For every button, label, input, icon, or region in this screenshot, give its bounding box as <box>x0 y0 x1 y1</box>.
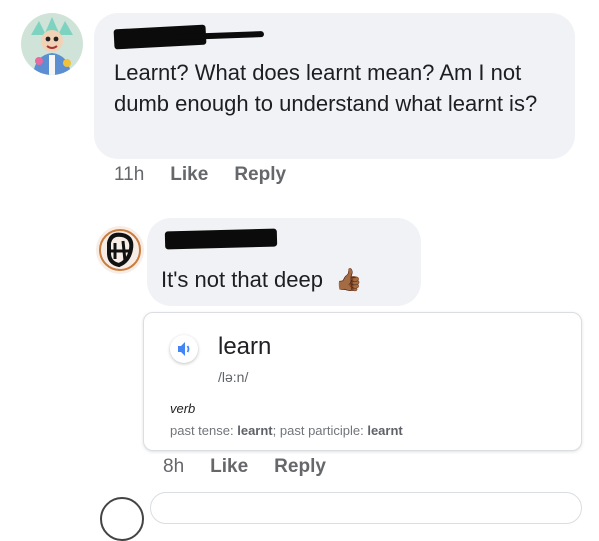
next-avatar-partial <box>100 497 144 541</box>
comment-timestamp[interactable]: 11h <box>114 164 144 186</box>
definition-forms: past tense: learnt; past participle: lea… <box>170 423 403 438</box>
comment-bubble-2: It's not that deep 👍🏾 <box>147 218 421 306</box>
definition-phonetic: /lə:n/ <box>218 369 249 385</box>
comment-actions-2: 8h Like Reply <box>163 456 326 478</box>
avatar-commenter-2[interactable] <box>95 225 145 275</box>
comment-text-body: It's not that deep <box>161 267 323 292</box>
dictionary-card[interactable]: learn /lə:n/ verb past tense: learnt; pa… <box>143 312 582 451</box>
reply-button[interactable]: Reply <box>234 164 286 186</box>
speaker-icon <box>178 342 190 356</box>
thumbs-up-icon: 👍🏾 <box>335 267 363 292</box>
past-participle-label: past participle: <box>279 423 364 438</box>
comment-bubble-1: Learnt? What does learnt mean? Am I not … <box>94 13 575 159</box>
past-participle-value: learnt <box>367 423 403 438</box>
comment-timestamp[interactable]: 8h <box>163 456 184 478</box>
avatar-illustration <box>96 226 144 274</box>
avatar-commenter-1[interactable] <box>21 13 83 75</box>
comment-actions-1: 11h Like Reply <box>114 164 286 186</box>
past-tense-label: past tense: <box>170 423 234 438</box>
next-comment-bubble-partial <box>150 492 582 524</box>
pronunciation-button[interactable] <box>170 335 198 363</box>
like-button[interactable]: Like <box>170 164 208 186</box>
definition-word: learn <box>218 333 272 360</box>
redacted-name <box>164 228 278 250</box>
like-button[interactable]: Like <box>210 456 248 478</box>
forms-separator: ; <box>272 423 277 438</box>
reply-button[interactable]: Reply <box>274 456 326 478</box>
comment-text: It's not that deep 👍🏾 <box>161 264 363 295</box>
comment-text: Learnt? What does learnt mean? Am I not … <box>114 60 538 116</box>
definition-part-of-speech: verb <box>170 401 196 416</box>
avatar-illustration <box>21 13 83 75</box>
past-tense-value: learnt <box>237 423 273 438</box>
